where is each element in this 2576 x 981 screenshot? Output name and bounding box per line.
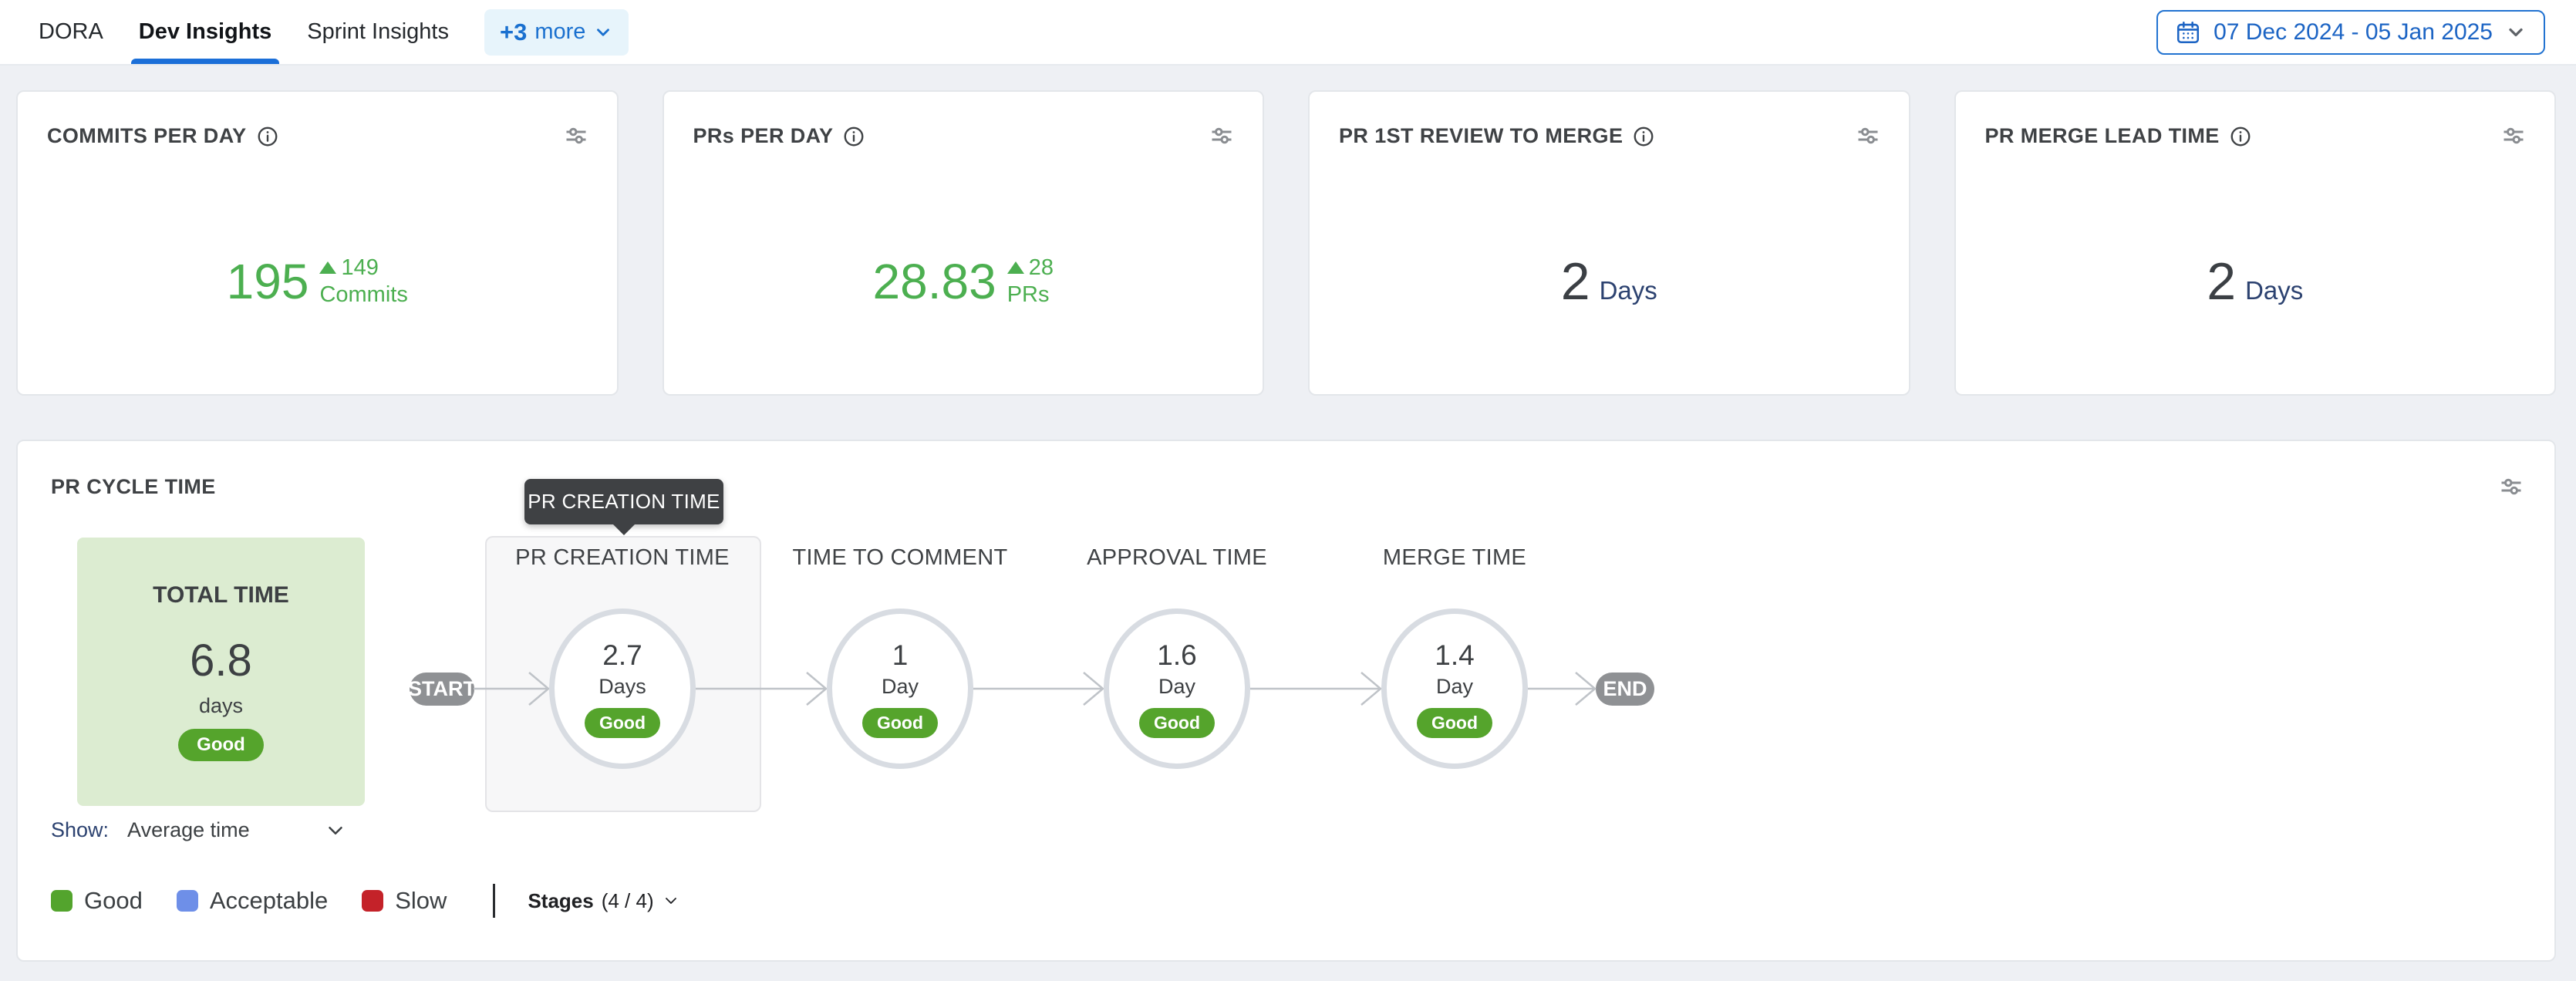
status-badge: Good [178,729,264,761]
stage-node-merge-time[interactable]: 1.4 Day Good [1381,608,1528,769]
stage-node-time-to-comment[interactable]: 1 Day Good [827,608,973,769]
acceptable-swatch-icon [177,890,198,912]
stage-value: 1 [892,639,909,672]
metric-value-group: 28.83 28 PRs [873,253,1054,310]
calendar-icon [2175,19,2201,46]
filter-sliders-icon[interactable] [2502,124,2525,147]
tab-dev-insights[interactable]: Dev Insights [139,0,271,64]
card-title: PRs PER DAY [693,124,834,148]
stage-unit: Days [598,675,646,699]
total-time-value: 6.8 [190,635,252,686]
card-title: COMMITS PER DAY [47,124,247,148]
divider [493,884,495,918]
show-selector-row: Show: Average time [51,818,2523,842]
stage-label: TIME TO COMMENT [793,545,1008,571]
status-badge: Good [862,708,938,738]
up-triangle-icon [319,261,336,274]
commits-per-day-card: COMMITS PER DAY 195 149 Commits [16,90,619,396]
tab-bar: DORA Dev Insights Sprint Insights +3 mor… [39,0,629,64]
end-pill: END [1596,673,1654,706]
metric-unit: Days [1600,276,1657,305]
metric-value: 28.83 [873,253,996,310]
chevron-down-icon [593,22,613,42]
stage-tooltip: PR CREATION TIME [524,479,723,524]
good-swatch-icon [51,890,72,912]
flow-arrow [1528,664,1597,713]
cycle-flow: TOTAL TIME 6.8 days Good PR CREATION TIM… [51,536,2523,812]
filter-sliders-icon[interactable] [565,124,588,147]
tab-sprint-insights[interactable]: Sprint Insights [307,0,449,64]
info-icon[interactable] [842,125,865,148]
stages-filter-dropdown[interactable]: Stages (4 / 4) [528,889,679,913]
metric-unit: Days [2245,276,2303,305]
legend-row: Good Acceptable Slow Stages (4 / 4) [51,884,2523,918]
status-badge: Good [1417,708,1492,738]
top-bar: DORA Dev Insights Sprint Insights +3 mor… [0,0,2576,66]
info-icon[interactable] [2229,125,2252,148]
info-icon[interactable] [256,125,279,148]
stage-value: 1.4 [1435,639,1474,672]
stage-label: PR CREATION TIME [515,545,730,571]
more-tabs-count: +3 [500,19,527,46]
slow-swatch-icon [362,890,383,912]
metric-delta: 149 [341,255,378,281]
flow-arrow [696,664,828,713]
start-pill: START [410,673,474,706]
chevron-down-icon [662,892,680,910]
filter-sliders-icon[interactable] [1856,124,1880,147]
pr-cycle-time-card: PR CYCLE TIME TOTAL TIME 6.8 days Good P… [16,440,2556,962]
prs-per-day-card: PRs PER DAY 28.83 28 PRs [663,90,1265,396]
filter-sliders-icon[interactable] [2500,475,2523,498]
section-title: PR CYCLE TIME [51,475,216,499]
metric-value-group: 195 149 Commits [227,253,408,310]
status-badge: Good [585,708,660,738]
stage-unit: Day [882,675,919,699]
card-title: PR MERGE LEAD TIME [1985,124,2220,148]
metric-value-group: 2 Days [1561,251,1657,312]
total-time-box: TOTAL TIME 6.8 days Good [77,538,365,806]
legend-item-good: Good [51,887,143,915]
metric-value: 2 [1561,251,1590,312]
metric-delta: 28 [1029,255,1054,281]
legend-item-slow: Slow [362,887,447,915]
chevron-down-icon[interactable] [324,819,347,842]
date-range-picker[interactable]: 07 Dec 2024 - 05 Jan 2025 [2156,10,2545,55]
flow-arrow [973,664,1105,713]
pr-first-review-to-merge-card: PR 1ST REVIEW TO MERGE 2 Days [1308,90,1910,396]
status-badge: Good [1139,708,1215,738]
legend-item-acceptable: Acceptable [177,887,328,915]
metric-value-group: 2 Days [2207,251,2303,312]
flow-arrow [474,664,551,713]
metric-cards-row: COMMITS PER DAY 195 149 Commits [0,66,2576,396]
total-time-unit: days [199,694,243,718]
chevron-down-icon [2505,22,2527,43]
metric-unit: Commits [319,282,407,308]
metric-value: 2 [2207,251,2236,312]
stage-node-pr-creation-time[interactable]: 2.7 Days Good [549,608,696,769]
pr-merge-lead-time-card: PR MERGE LEAD TIME 2 Days [1954,90,2557,396]
flow-arrow [1250,664,1383,713]
total-time-label: TOTAL TIME [153,582,289,608]
more-tabs-button[interactable]: +3 more [484,9,629,56]
card-title: PR 1ST REVIEW TO MERGE [1339,124,1623,148]
metric-value: 195 [227,253,309,310]
stage-value: 2.7 [602,639,642,672]
up-triangle-icon [1007,261,1024,274]
tab-dora[interactable]: DORA [39,0,103,64]
stage-label: MERGE TIME [1383,545,1526,571]
stage-unit: Day [1158,675,1195,699]
stage-value: 1.6 [1157,639,1196,672]
show-label: Show: [51,818,109,842]
show-selected-value[interactable]: Average time [127,818,250,842]
stage-label: APPROVAL TIME [1087,545,1267,571]
stage-unit: Day [1436,675,1473,699]
more-tabs-label: more [534,19,585,45]
dashboard: DORA Dev Insights Sprint Insights +3 mor… [0,0,2576,981]
filter-sliders-icon[interactable] [1210,124,1233,147]
stage-node-approval-time[interactable]: 1.6 Day Good [1104,608,1250,769]
date-range-text: 07 Dec 2024 - 05 Jan 2025 [2214,19,2493,46]
info-icon[interactable] [1632,125,1655,148]
metric-unit: PRs [1007,282,1050,308]
